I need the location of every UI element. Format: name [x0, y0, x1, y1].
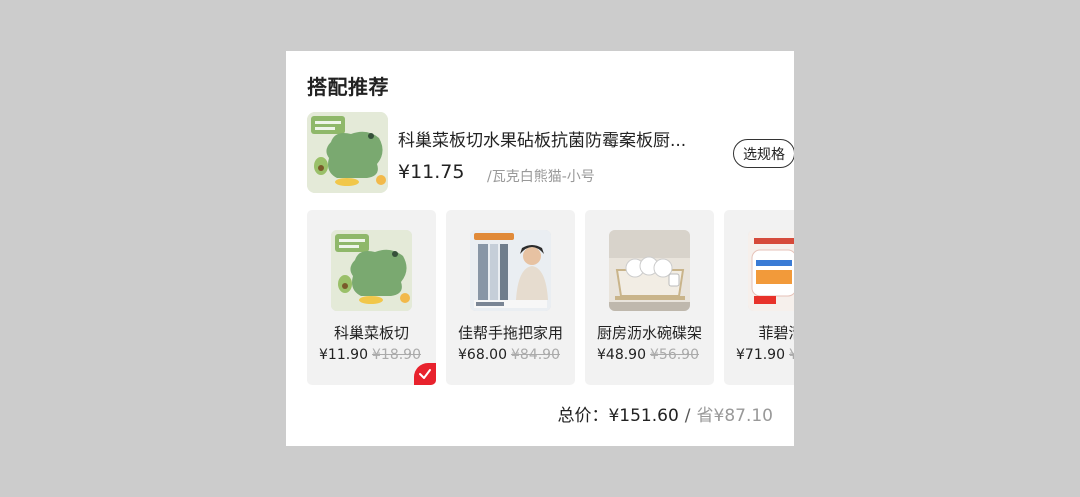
bundle-item-prices: ¥68.00 ¥84.90	[458, 347, 560, 363]
total-summary: 总价：¥151.60/省¥87.10	[557, 401, 773, 426]
total-separator: /	[684, 406, 691, 426]
bundle-item-name: 厨房沥水碗碟架	[596, 324, 702, 342]
bundle-item-price: ¥71.90	[736, 347, 785, 363]
bundle-item-name: 科巢菜板切	[333, 324, 409, 342]
bundle-item-original-price: ¥18.90	[372, 347, 421, 363]
section-title: 搭配推荐	[307, 75, 389, 99]
bundle-item-name: 佳帮手拖把家用	[457, 324, 563, 342]
dish-rack-image	[609, 230, 690, 311]
bundle-item[interactable]: 菲碧清不 ¥71.90¥	[724, 210, 794, 385]
bundle-item-price: ¥11.90	[319, 347, 368, 363]
cutting-board-image[interactable]	[307, 112, 388, 193]
recommendation-card: 搭配推荐 科巢菜板切水果砧板抗菌防霉案板厨... ¥11.75 /瓦克白熊猫-小…	[286, 51, 794, 446]
total-price: ¥151.60	[608, 406, 679, 426]
bundle-item-prices: ¥48.90 ¥56.90	[597, 347, 699, 363]
bundle-item-original-price: ¥56.90	[650, 347, 699, 363]
bundle-items-list[interactable]: 科巢菜板切 ¥11.90 ¥18.90 佳帮手拖把家用 ¥68.00 ¥84.9…	[307, 210, 794, 386]
bundle-item[interactable]: 科巢菜板切 ¥11.90 ¥18.90	[307, 210, 436, 385]
mop-image	[470, 230, 551, 311]
bundle-item[interactable]: 厨房沥水碗碟架 ¥48.90 ¥56.90	[585, 210, 714, 385]
total-label: 总价：	[557, 406, 609, 426]
cutting-board-image	[331, 230, 412, 311]
bundle-item-price: ¥48.90	[597, 347, 646, 363]
bundle-item-prices: ¥11.90 ¥18.90	[319, 347, 421, 363]
bundle-item-original-price: ¥	[789, 347, 794, 363]
bundle-item-name: 菲碧清不	[758, 324, 794, 342]
bundle-item[interactable]: 佳帮手拖把家用 ¥68.00 ¥84.90	[446, 210, 575, 385]
bundle-item-prices: ¥71.90 ¥	[736, 347, 794, 363]
featured-product-price: ¥11.75	[398, 161, 465, 183]
featured-product-variant: /瓦克白熊猫-小号	[487, 169, 595, 185]
featured-product-name[interactable]: 科巢菜板切水果砧板抗菌防霉案板厨...	[398, 126, 708, 151]
selected-check-icon[interactable]	[414, 363, 436, 385]
featured-product[interactable]: 科巢菜板切水果砧板抗菌防霉案板厨... ¥11.75 /瓦克白熊猫-小号 选规格	[307, 112, 794, 195]
bundle-item-price: ¥68.00	[458, 347, 507, 363]
cleaner-image	[748, 230, 794, 311]
bundle-item-original-price: ¥84.90	[511, 347, 560, 363]
total-saved: 省¥87.10	[696, 406, 773, 426]
select-spec-button[interactable]: 选规格	[733, 139, 794, 168]
